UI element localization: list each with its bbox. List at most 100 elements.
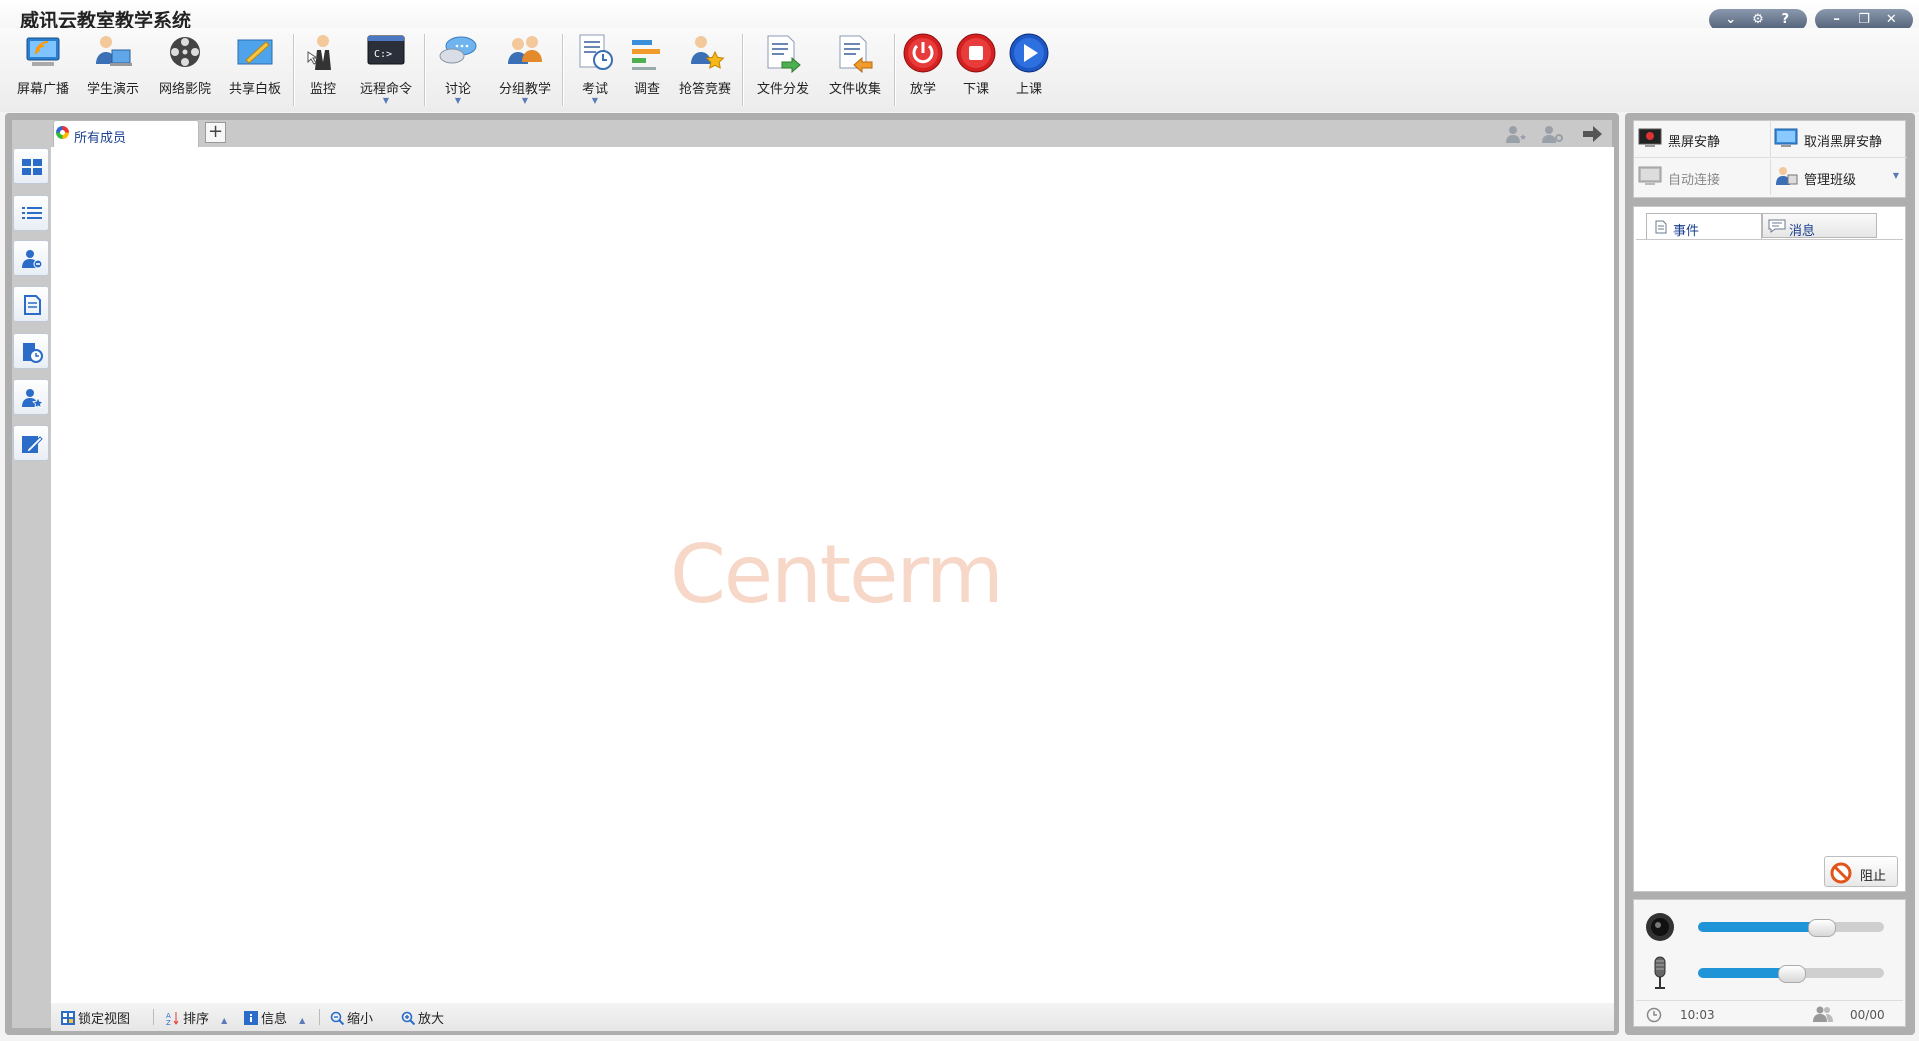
sort-label: 排序 (183, 1012, 210, 1027)
student-demo-icon (96, 36, 132, 66)
toolbar-label: 文件分发 (756, 82, 809, 97)
add-member-icon[interactable] (1504, 123, 1528, 145)
lock-view-label: 锁定视图 (78, 1012, 131, 1027)
document-clock-icon (23, 343, 43, 363)
toolbar-label: 监控 (309, 82, 336, 97)
list-icon (22, 207, 42, 219)
student-info-view-button[interactable] (13, 240, 49, 276)
favorite-students-button[interactable] (13, 379, 49, 415)
dropdown-arrow-icon[interactable]: ▼ (492, 96, 558, 105)
start-class-button[interactable]: 上课 (996, 28, 1062, 112)
list-view-button[interactable] (13, 195, 49, 231)
manage-class-label: 管理班级 (1804, 173, 1857, 188)
whiteboard-icon (237, 39, 273, 65)
quiz-contest-button[interactable]: 抢答竞赛 (672, 28, 738, 112)
monitor-person-icon (307, 35, 331, 70)
thumbnail-view-button[interactable] (13, 148, 49, 184)
zoom-out-label: 缩小 (347, 1012, 374, 1027)
events-list[interactable] (1636, 239, 1903, 855)
document-view-button[interactable] (13, 286, 49, 322)
microphone-icon[interactable] (1648, 955, 1672, 991)
zoom-out-button[interactable]: 缩小 (330, 1008, 374, 1027)
tab-all-members[interactable]: 所有成员 (53, 120, 199, 147)
black-screen-label: 黑屏安静 (1668, 135, 1721, 150)
manage-class-button[interactable]: 管理班级 ▼ (1770, 159, 1907, 195)
color-wheel-icon (56, 126, 69, 139)
history-view-button[interactable] (13, 333, 49, 369)
screen-broadcast-button[interactable]: 屏幕广播 (10, 28, 76, 112)
command-prompt-icon: C:> (367, 35, 405, 65)
sort-az-icon: AZ (166, 1012, 179, 1025)
manage-class-caret-icon[interactable]: ▼ (1893, 171, 1899, 180)
group-teaching-icon (508, 36, 542, 64)
film-reel-icon (170, 37, 200, 67)
dropdown-arrow-icon[interactable]: ▼ (425, 96, 491, 105)
file-distribute-button[interactable]: 文件分发 (750, 28, 816, 112)
file-collect-button[interactable]: 文件收集 (822, 28, 888, 112)
info-caret-icon[interactable]: ▲ (299, 1016, 305, 1025)
bottom-separator (153, 1009, 154, 1025)
svg-text:Z: Z (166, 1019, 171, 1025)
info-button[interactable]: 信息 ▲ (244, 1008, 305, 1027)
microphone-volume-slider[interactable] (1698, 965, 1884, 983)
monitor-button[interactable]: 监控 (290, 28, 356, 112)
cancel-black-screen-button[interactable]: 取消黑屏安静 (1770, 121, 1907, 158)
arrow-right-icon[interactable] (1580, 123, 1604, 145)
exam-clock-icon (579, 34, 613, 70)
shared-whiteboard-button[interactable]: 共享白板 (222, 28, 288, 112)
prohibited-icon (1830, 862, 1852, 884)
status-line: 10:03 00/00 (1636, 1000, 1903, 1026)
edit-notes-button[interactable] (13, 425, 49, 461)
clock-icon (1646, 1007, 1662, 1023)
zoom-in-label: 放大 (418, 1012, 445, 1027)
sort-caret-icon[interactable]: ▲ (221, 1016, 227, 1025)
discussion-button[interactable]: 讨论 ▼ (425, 28, 491, 112)
magnifier-plus-icon (401, 1011, 415, 1025)
toolbar-label: 屏幕广播 (16, 82, 69, 97)
toolbar-label: 抢答竞赛 (678, 82, 731, 97)
speaker-volume-slider[interactable] (1698, 919, 1884, 937)
lock-view-button[interactable]: 锁定视图 (61, 1008, 131, 1027)
black-screen-button[interactable]: 黑屏安静 (1634, 121, 1771, 158)
tab-messages[interactable]: 消息 (1762, 213, 1877, 239)
users-icon (1813, 1006, 1833, 1022)
sort-button[interactable]: A Z 排序 ▲ (166, 1008, 227, 1027)
tab-events[interactable]: 事件 (1646, 213, 1762, 239)
grid-icon (22, 159, 42, 175)
toolbar-label: 网络影院 (158, 82, 211, 97)
user-minus-icon (22, 250, 43, 269)
lock-grid-icon (61, 1011, 75, 1025)
speaker-icon[interactable] (1645, 912, 1675, 942)
microphone-volume-handle[interactable] (1778, 965, 1806, 983)
edit-pencil-icon (22, 436, 43, 453)
student-demo-button[interactable]: 学生演示 (80, 28, 146, 112)
toolbar-label: 远程命令 (359, 82, 412, 97)
network-cinema-button[interactable]: 网络影院 (152, 28, 218, 112)
black-screen-icon (1638, 128, 1662, 147)
monitor-icon (1774, 128, 1798, 147)
speaker-volume-handle[interactable] (1808, 919, 1836, 937)
survey-button[interactable]: 调查 (614, 28, 680, 112)
toolbar-label: 学生演示 (86, 82, 139, 97)
zoom-in-button[interactable]: 放大 (401, 1008, 445, 1027)
dropdown-arrow-icon[interactable]: ▼ (353, 96, 419, 105)
block-button[interactable]: 阻止 (1824, 856, 1898, 887)
manage-class-icon (1776, 167, 1798, 185)
current-time: 10:03 (1680, 1008, 1715, 1022)
auto-connect-button[interactable]: 自动连接 (1634, 159, 1771, 195)
tab-messages-label: 消息 (1789, 224, 1816, 239)
remote-command-button[interactable]: C:> 远程命令 ▼ (353, 28, 419, 112)
add-tab-button[interactable]: + (205, 122, 226, 143)
member-settings-icon[interactable] (1540, 123, 1564, 145)
toolbar-label: 文件收集 (828, 82, 881, 97)
message-bubble-icon (1768, 219, 1786, 233)
group-teaching-button[interactable]: 分组教学 ▼ (492, 28, 558, 112)
toolbar-label: 共享白板 (228, 82, 281, 97)
main-toolbar: 屏幕广播 学生演示 网络影院 共享白板 监控 C:> 远程命令 ▼ 讨论 ▼ 分… (0, 28, 1919, 112)
view-bottom-bar: 锁定视图 A Z 排序 ▲ 信息 ▲ 缩小 放大 (51, 1003, 1614, 1031)
info-label: 信息 (261, 1012, 288, 1027)
survey-bars-icon (632, 40, 660, 70)
magnifier-minus-icon (330, 1011, 344, 1025)
toolbar-label: 上课 (1015, 82, 1042, 97)
toolbar-label: 分组教学 (498, 82, 551, 97)
